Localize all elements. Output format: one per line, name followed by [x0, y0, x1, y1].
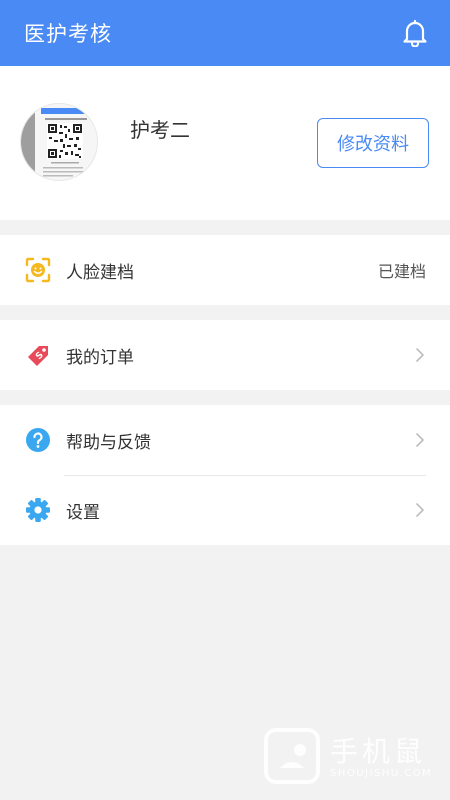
- menu-item-face-record[interactable]: 人脸建档 已建档: [0, 235, 450, 305]
- page-title: 医护考核: [24, 22, 112, 46]
- menu-item-settings[interactable]: 设置: [0, 475, 450, 545]
- menu-item-label: 帮助与反馈: [66, 432, 151, 453]
- menu-item-label: 我的订单: [66, 347, 134, 368]
- edit-profile-button[interactable]: 修改资料: [317, 118, 429, 168]
- menu-item-my-orders[interactable]: S 我的订单: [0, 320, 450, 390]
- menu-item-help-feedback[interactable]: 帮助与反馈: [0, 405, 450, 475]
- chevron-right-icon: [416, 348, 424, 362]
- chevron-right-icon: [416, 503, 424, 517]
- qr-code-avatar-icon: [21, 104, 97, 180]
- avatar[interactable]: [20, 103, 98, 181]
- menu-item-label: 设置: [66, 502, 100, 523]
- app-header: 医护考核: [0, 0, 450, 66]
- question-icon: [24, 426, 52, 454]
- face-record-status: 已建档: [377, 262, 426, 281]
- watermark-text: 手机鼠: [330, 735, 427, 768]
- bell-icon[interactable]: [400, 18, 430, 48]
- watermark-subtext: SHOUJISHU.COM: [330, 768, 433, 779]
- price-tag-icon: S: [24, 341, 52, 369]
- menu-item-label: 人脸建档: [66, 262, 134, 283]
- profile-card: 护考二 修改资料: [0, 66, 450, 220]
- orders-section: S 我的订单: [0, 320, 450, 390]
- face-scan-icon: [24, 256, 52, 284]
- username: 护考二: [130, 118, 190, 142]
- face-section: 人脸建档 已建档: [0, 235, 450, 305]
- chevron-right-icon: [416, 433, 424, 447]
- gear-icon: [24, 496, 52, 524]
- settings-section: 帮助与反馈 设置: [0, 405, 450, 545]
